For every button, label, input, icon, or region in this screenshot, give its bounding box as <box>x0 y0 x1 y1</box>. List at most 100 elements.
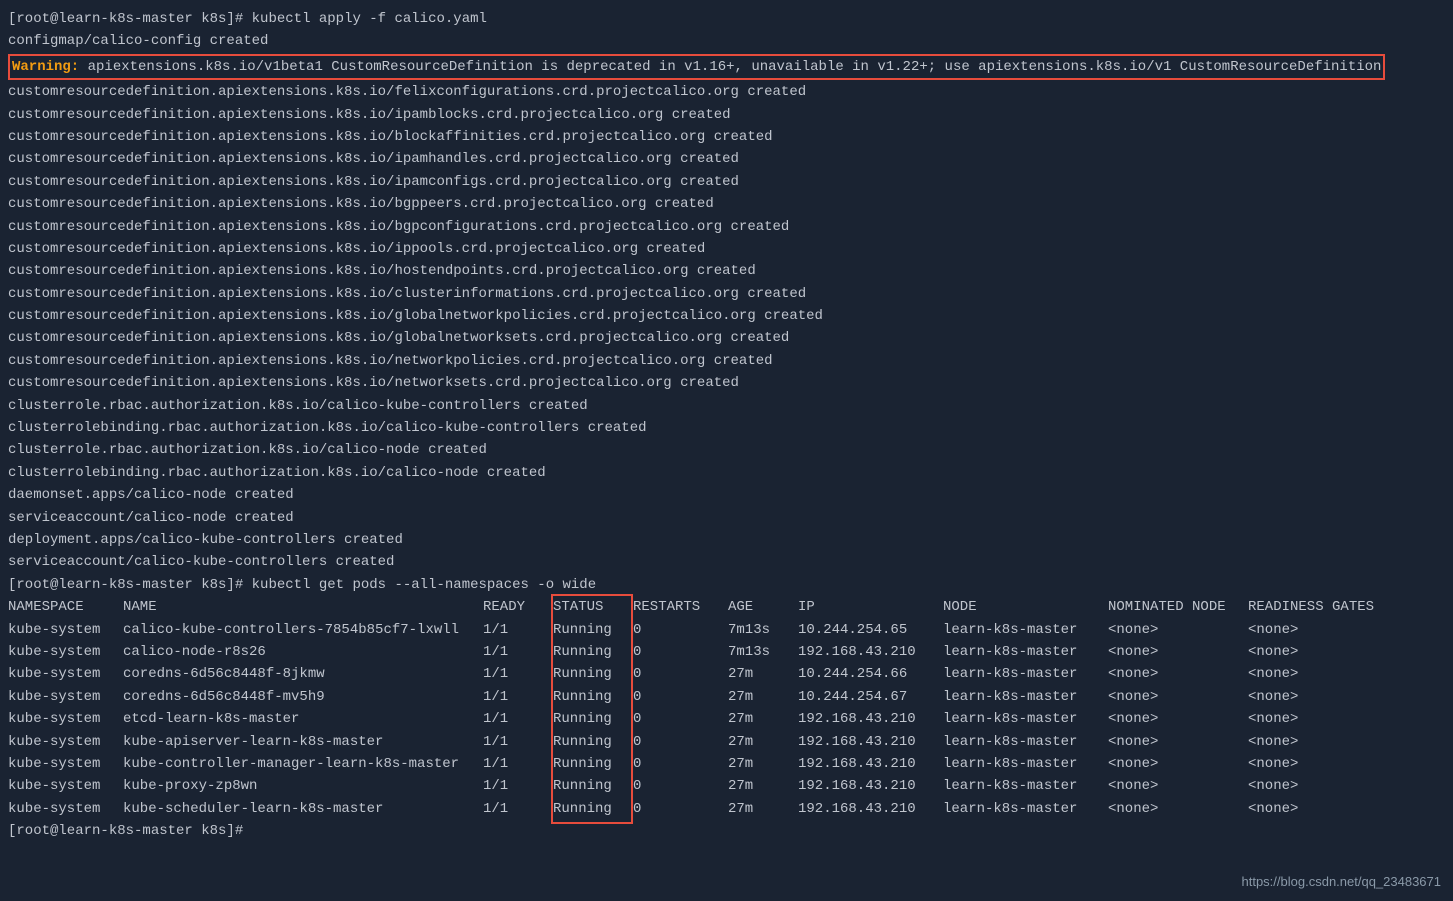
cell-name: kube-scheduler-learn-k8s-master <box>123 798 483 820</box>
prompt-user-host: [root@learn-k8s-master k8s]# <box>8 11 243 27</box>
prompt-command: kubectl get pods --all-namespaces -o wid… <box>252 577 596 593</box>
cell-readiness: <none> <box>1248 753 1388 775</box>
cell-readiness: <none> <box>1248 798 1388 820</box>
cell-age: 27m <box>728 708 798 730</box>
col-restarts: RESTARTS <box>633 596 728 618</box>
output-line: customresourcedefinition.apiextensions.k… <box>8 305 1445 327</box>
col-readiness: READINESS GATES <box>1248 596 1388 618</box>
apply-output-block: configmap/calico-config created <box>8 30 1445 52</box>
cell-node: learn-k8s-master <box>943 641 1108 663</box>
cell-nominated: <none> <box>1108 686 1248 708</box>
cell-readiness: <none> <box>1248 641 1388 663</box>
cell-status: Running <box>553 775 633 797</box>
cell-namespace: kube-system <box>8 708 123 730</box>
cell-ip: 192.168.43.210 <box>798 753 943 775</box>
cell-age: 27m <box>728 753 798 775</box>
prompt-line-1: [root@learn-k8s-master k8s]# kubectl app… <box>8 8 1445 30</box>
cell-ip: 192.168.43.210 <box>798 708 943 730</box>
prompt-user-host: [root@learn-k8s-master k8s]# <box>8 577 243 593</box>
cell-ready: 1/1 <box>483 731 553 753</box>
cell-restarts: 0 <box>633 686 728 708</box>
cell-restarts: 0 <box>633 619 728 641</box>
cell-node: learn-k8s-master <box>943 798 1108 820</box>
output-line: customresourcedefinition.apiextensions.k… <box>8 283 1445 305</box>
cell-status: Running <box>553 708 633 730</box>
cell-namespace: kube-system <box>8 731 123 753</box>
terminal-output[interactable]: [root@learn-k8s-master k8s]# kubectl app… <box>8 8 1445 842</box>
table-row: kube-systemcoredns-6d56c8448f-8jkmw1/1Ru… <box>8 663 1445 685</box>
table-row: kube-systemkube-controller-manager-learn… <box>8 753 1445 775</box>
cell-age: 27m <box>728 663 798 685</box>
prompt-user-host: [root@learn-k8s-master k8s]# <box>8 823 243 839</box>
table-row: kube-systemcalico-node-r8s261/1Running07… <box>8 641 1445 663</box>
cell-nominated: <none> <box>1108 663 1248 685</box>
cell-namespace: kube-system <box>8 641 123 663</box>
cell-status: Running <box>553 731 633 753</box>
cell-readiness: <none> <box>1248 731 1388 753</box>
cell-ip: 192.168.43.210 <box>798 641 943 663</box>
cell-node: learn-k8s-master <box>943 663 1108 685</box>
output-line: customresourcedefinition.apiextensions.k… <box>8 81 1445 103</box>
output-line: customresourcedefinition.apiextensions.k… <box>8 171 1445 193</box>
cell-readiness: <none> <box>1248 663 1388 685</box>
cell-ready: 1/1 <box>483 753 553 775</box>
table-row: kube-systemkube-scheduler-learn-k8s-mast… <box>8 798 1445 820</box>
cell-ready: 1/1 <box>483 708 553 730</box>
cell-status: Running <box>553 641 633 663</box>
cell-nominated: <none> <box>1108 731 1248 753</box>
cell-nominated: <none> <box>1108 641 1248 663</box>
cell-ready: 1/1 <box>483 641 553 663</box>
cell-ip: 192.168.43.210 <box>798 775 943 797</box>
cell-name: coredns-6d56c8448f-mv5h9 <box>123 686 483 708</box>
col-age: AGE <box>728 596 798 618</box>
output-line: customresourcedefinition.apiextensions.k… <box>8 327 1445 349</box>
cell-namespace: kube-system <box>8 753 123 775</box>
cell-age: 27m <box>728 731 798 753</box>
cell-restarts: 0 <box>633 731 728 753</box>
cell-status: Running <box>553 663 633 685</box>
cell-ip: 10.244.254.67 <box>798 686 943 708</box>
output-line: customresourcedefinition.apiextensions.k… <box>8 372 1445 394</box>
output-line: clusterrolebinding.rbac.authorization.k8… <box>8 417 1445 439</box>
cell-node: learn-k8s-master <box>943 686 1108 708</box>
col-name: NAME <box>123 596 483 618</box>
cell-namespace: kube-system <box>8 663 123 685</box>
cell-nominated: <none> <box>1108 775 1248 797</box>
cell-name: kube-proxy-zp8wn <box>123 775 483 797</box>
cell-status: Running <box>553 619 633 641</box>
col-status: STATUS <box>553 596 633 618</box>
cell-nominated: <none> <box>1108 619 1248 641</box>
cell-node: learn-k8s-master <box>943 731 1108 753</box>
output-line: customresourcedefinition.apiextensions.k… <box>8 216 1445 238</box>
cell-restarts: 0 <box>633 663 728 685</box>
warning-text: apiextensions.k8s.io/v1beta1 CustomResou… <box>79 59 1381 75</box>
pods-rows-container: kube-systemcalico-kube-controllers-7854b… <box>8 619 1445 821</box>
cell-node: learn-k8s-master <box>943 708 1108 730</box>
cell-ready: 1/1 <box>483 775 553 797</box>
col-ip: IP <box>798 596 943 618</box>
cell-ip: 192.168.43.210 <box>798 731 943 753</box>
cell-restarts: 0 <box>633 753 728 775</box>
output-line: deployment.apps/calico-kube-controllers … <box>8 529 1445 551</box>
cell-restarts: 0 <box>633 641 728 663</box>
table-row: kube-systemcoredns-6d56c8448f-mv5h91/1Ru… <box>8 686 1445 708</box>
cell-age: 27m <box>728 686 798 708</box>
cell-restarts: 0 <box>633 775 728 797</box>
cell-ready: 1/1 <box>483 663 553 685</box>
cell-namespace: kube-system <box>8 686 123 708</box>
prompt-line-3: [root@learn-k8s-master k8s]# <box>8 820 1445 842</box>
cell-status: Running <box>553 753 633 775</box>
output-line: clusterrole.rbac.authorization.k8s.io/ca… <box>8 395 1445 417</box>
crd-output-block: customresourcedefinition.apiextensions.k… <box>8 81 1445 574</box>
cell-nominated: <none> <box>1108 798 1248 820</box>
cell-ip: 192.168.43.210 <box>798 798 943 820</box>
warning-highlight-box: Warning: apiextensions.k8s.io/v1beta1 Cu… <box>8 54 1385 80</box>
cell-namespace: kube-system <box>8 775 123 797</box>
cell-readiness: <none> <box>1248 619 1388 641</box>
cell-name: calico-kube-controllers-7854b85cf7-lxwll <box>123 619 483 641</box>
output-line: clusterrole.rbac.authorization.k8s.io/ca… <box>8 439 1445 461</box>
col-ready: READY <box>483 596 553 618</box>
cell-name: kube-controller-manager-learn-k8s-master <box>123 753 483 775</box>
table-row: kube-systemetcd-learn-k8s-master1/1Runni… <box>8 708 1445 730</box>
col-nominated: NOMINATED NODE <box>1108 596 1248 618</box>
